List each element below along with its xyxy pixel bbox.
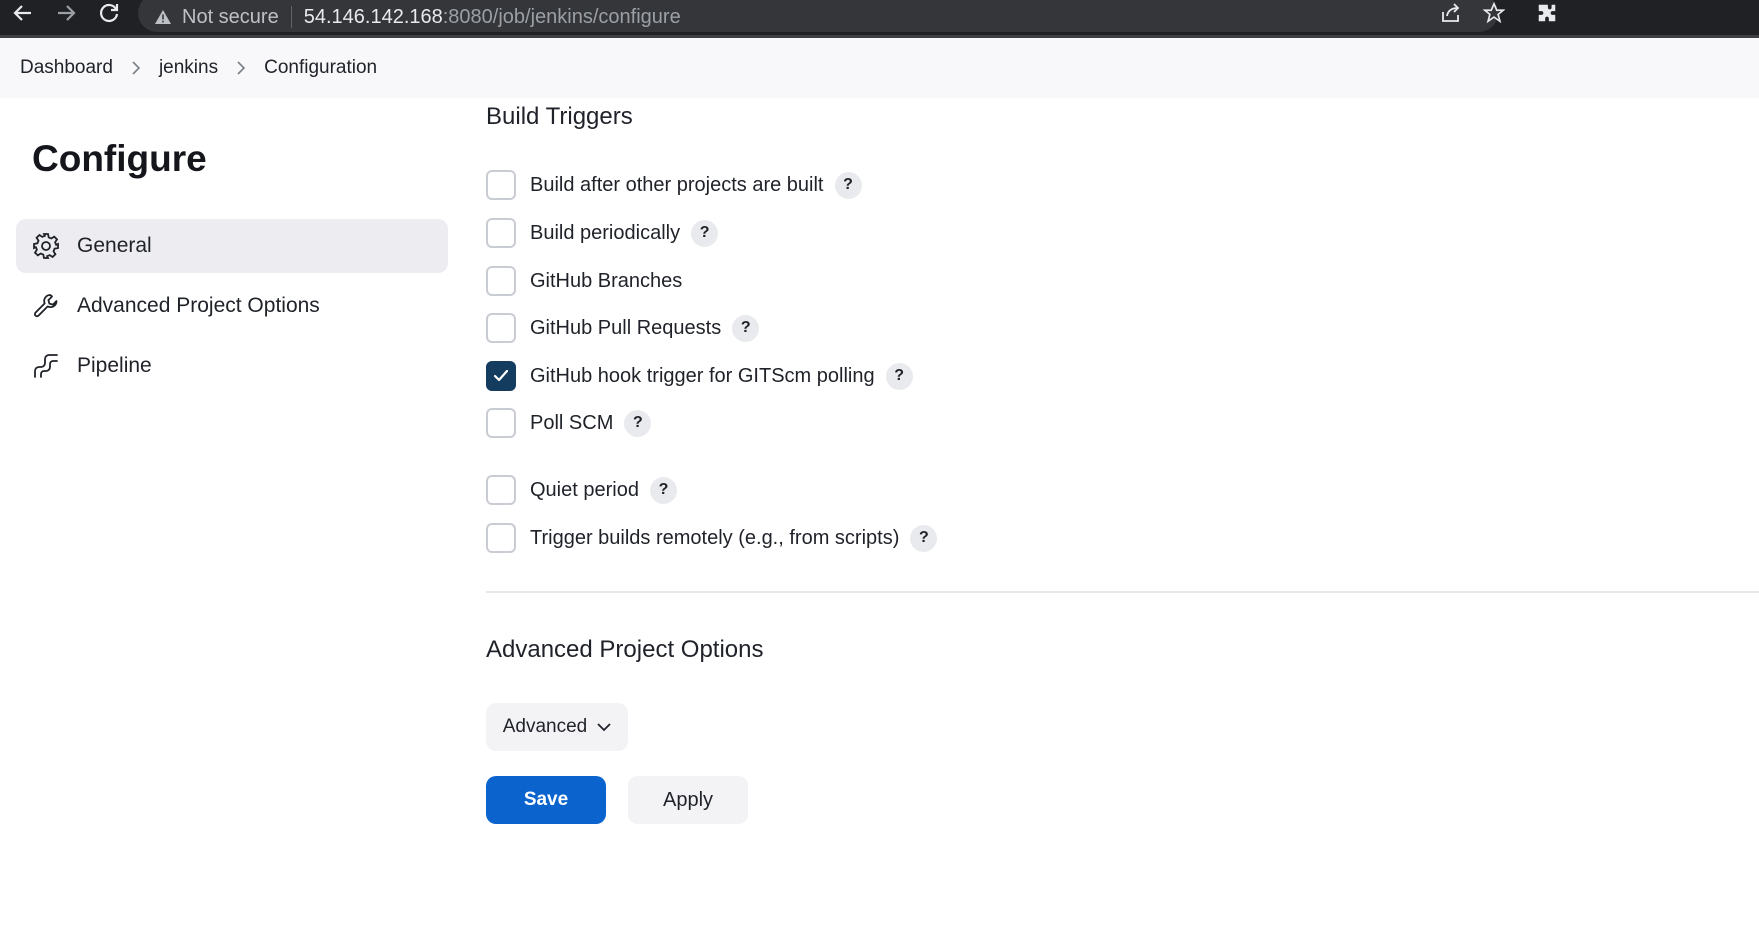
page-title: Configure xyxy=(32,138,207,179)
checkbox[interactable] xyxy=(486,266,516,296)
checkbox-label[interactable]: GitHub Branches xyxy=(530,270,682,293)
help-icon[interactable]: ? xyxy=(732,314,760,342)
option-quiet-period[interactable]: Quiet period ? xyxy=(486,474,677,506)
sidebar-item-pipeline[interactable]: Pipeline xyxy=(16,339,448,393)
checkbox-label[interactable]: Build after other projects are built xyxy=(530,174,824,197)
browser-toolbar: Not secure 54.146.142.168 :8080/job/jenk… xyxy=(0,0,1759,38)
checkbox[interactable] xyxy=(486,475,516,505)
gear-icon xyxy=(32,232,60,260)
chevron-right-icon xyxy=(218,60,264,76)
breadcrumb: Dashboard jenkins Configuration xyxy=(0,38,1759,98)
trigger-build-after-other-projects[interactable]: Build after other projects are built ? xyxy=(486,169,862,201)
help-icon[interactable]: ? xyxy=(649,476,677,504)
checkbox-label[interactable]: Trigger builds remotely (e.g., from scri… xyxy=(530,527,899,550)
breadcrumb-jenkins[interactable]: jenkins xyxy=(159,57,218,79)
wrench-icon xyxy=(32,292,60,320)
help-icon[interactable]: ? xyxy=(624,409,652,437)
section-divider xyxy=(486,591,1759,593)
bookmark-star-icon[interactable] xyxy=(1479,0,1509,26)
warning-triangle-icon[interactable] xyxy=(152,6,174,28)
breadcrumb-dashboard[interactable]: Dashboard xyxy=(20,57,113,79)
trigger-github-pull-requests[interactable]: GitHub Pull Requests ? xyxy=(486,312,760,344)
advanced-dropdown-button[interactable]: Advanced xyxy=(486,703,628,751)
save-button[interactable]: Save xyxy=(486,776,606,824)
reload-icon[interactable] xyxy=(94,0,124,26)
sidebar-item-general[interactable]: General xyxy=(16,219,448,273)
checkbox[interactable] xyxy=(486,170,516,200)
trigger-poll-scm[interactable]: Poll SCM ? xyxy=(486,407,652,439)
check-icon xyxy=(493,369,509,382)
address-bar[interactable]: Not secure 54.146.142.168 :8080/job/jenk… xyxy=(138,0,1498,32)
checkbox-label[interactable]: Poll SCM xyxy=(530,412,613,435)
checkbox[interactable] xyxy=(486,313,516,343)
advanced-button-label: Advanced xyxy=(502,716,588,737)
checkbox-label[interactable]: Build periodically xyxy=(530,222,680,245)
extensions-puzzle-icon[interactable] xyxy=(1532,0,1562,26)
share-icon[interactable] xyxy=(1436,0,1466,26)
checkbox-checked[interactable] xyxy=(486,361,516,391)
pipeline-icon xyxy=(32,352,60,380)
checkbox[interactable] xyxy=(486,523,516,553)
trigger-builds-remotely[interactable]: Trigger builds remotely (e.g., from scri… xyxy=(486,522,938,554)
address-divider xyxy=(290,6,292,28)
breadcrumb-configuration[interactable]: Configuration xyxy=(264,57,377,79)
sidebar-item-advanced-project-options[interactable]: Advanced Project Options xyxy=(16,279,448,333)
trigger-github-hook-gitscm-polling[interactable]: GitHub hook trigger for GITScm polling ? xyxy=(486,360,913,392)
help-icon[interactable]: ? xyxy=(885,362,913,390)
apply-button[interactable]: Apply xyxy=(628,776,748,824)
help-icon[interactable]: ? xyxy=(834,171,862,199)
build-triggers-heading: Build Triggers xyxy=(486,103,633,130)
url-host[interactable]: 54.146.142.168 xyxy=(304,6,443,29)
checkbox-label[interactable]: GitHub Pull Requests xyxy=(530,317,721,340)
security-label[interactable]: Not secure xyxy=(182,6,279,29)
forward-arrow-icon[interactable] xyxy=(51,0,81,26)
back-arrow-icon[interactable] xyxy=(8,0,38,26)
sidebar-item-label: Pipeline xyxy=(77,354,152,377)
help-icon[interactable]: ? xyxy=(910,524,938,552)
checkbox-label[interactable]: Quiet period xyxy=(530,479,639,502)
trigger-github-branches[interactable]: GitHub Branches xyxy=(486,265,682,297)
chevron-down-icon xyxy=(597,722,611,731)
url-path[interactable]: :8080/job/jenkins/configure xyxy=(443,6,681,29)
trigger-build-periodically[interactable]: Build periodically ? xyxy=(486,217,719,249)
checkbox[interactable] xyxy=(486,408,516,438)
sidebar-item-label: Advanced Project Options xyxy=(77,294,320,317)
checkbox-label[interactable]: GitHub hook trigger for GITScm polling xyxy=(530,365,875,388)
chevron-right-icon xyxy=(113,60,159,76)
checkbox[interactable] xyxy=(486,218,516,248)
advanced-project-options-heading: Advanced Project Options xyxy=(486,636,764,663)
sidebar-item-label: General xyxy=(77,234,152,257)
help-icon[interactable]: ? xyxy=(691,219,719,247)
